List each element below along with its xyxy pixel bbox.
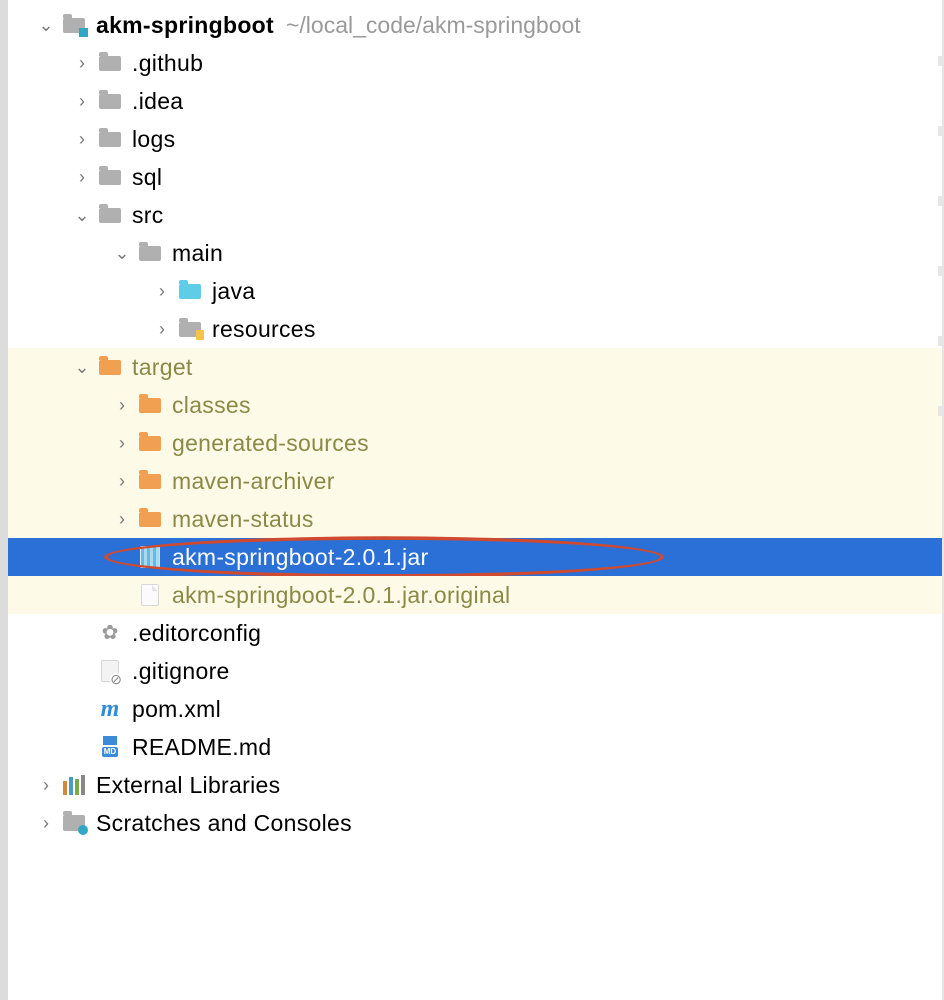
chevron-down-icon[interactable]: ⌄ (36, 6, 56, 44)
folder-gray-icon (98, 165, 122, 189)
folder-gray-icon (98, 89, 122, 113)
chevron-down-icon[interactable]: ⌄ (112, 234, 132, 272)
scratch-folder-icon (62, 811, 86, 835)
chevron-down-icon[interactable]: ⌄ (72, 348, 92, 386)
tree-item[interactable]: ›MDREADME.md (8, 728, 942, 766)
tree-item-label: resources (212, 310, 316, 348)
jar-icon (138, 545, 162, 569)
chevron-right-icon[interactable]: › (36, 804, 56, 842)
chevron-right-icon[interactable]: › (112, 462, 132, 500)
scratches-label: Scratches and Consoles (96, 804, 352, 842)
chevron-right-icon[interactable]: › (72, 82, 92, 120)
tree-item-label: .gitignore (132, 652, 230, 690)
chevron-right-icon[interactable]: › (72, 120, 92, 158)
folder-orange-icon (98, 355, 122, 379)
tree-item[interactable]: › classes (8, 386, 942, 424)
chevron-right-icon[interactable]: › (112, 500, 132, 538)
folder-gray-icon (98, 127, 122, 151)
folder-gray-icon (138, 241, 162, 265)
project-tree[interactable]: ⌄ akm-springboot ~/local_code/akm-spring… (0, 0, 944, 1000)
folder-orange-icon (138, 393, 162, 417)
chevron-right-icon[interactable]: › (152, 272, 172, 310)
tree-item[interactable]: › resources (8, 310, 942, 348)
tree-item[interactable]: › sql (8, 158, 942, 196)
chevron-right-icon[interactable]: › (36, 766, 56, 804)
fold-marks (938, 56, 942, 656)
tree-item[interactable]: ›akm-springboot-2.0.1.jar (8, 538, 942, 576)
tree-item-label: generated-sources (172, 424, 369, 462)
tree-root[interactable]: ⌄ akm-springboot ~/local_code/akm-spring… (8, 6, 942, 44)
tree-item-label: target (132, 348, 193, 386)
scratches-and-consoles[interactable]: › Scratches and Consoles (8, 804, 942, 842)
folder-orange-icon (138, 469, 162, 493)
chevron-down-icon[interactable]: ⌄ (72, 196, 92, 234)
folder-gray-icon (98, 203, 122, 227)
tree-item[interactable]: ›✿.editorconfig (8, 614, 942, 652)
tree-item-label: main (172, 234, 223, 272)
tree-item-label: akm-springboot-2.0.1.jar (172, 538, 428, 576)
tree-item-label: src (132, 196, 164, 234)
tree-item-label: .editorconfig (132, 614, 261, 652)
md-icon: MD (98, 735, 122, 759)
tree-item-label: pom.xml (132, 690, 221, 728)
tree-item[interactable]: › .github (8, 44, 942, 82)
tree-item-label: .github (132, 44, 203, 82)
tree-item[interactable]: › logs (8, 120, 942, 158)
gitignore-icon (98, 659, 122, 683)
tree-item[interactable]: ›mpom.xml (8, 690, 942, 728)
folder-orange-icon (138, 507, 162, 531)
folder-gray-icon (98, 51, 122, 75)
folder-resources-icon (178, 317, 202, 341)
tree-item-label: .idea (132, 82, 183, 120)
tree-item-label: README.md (132, 728, 271, 766)
root-name: akm-springboot (96, 6, 274, 44)
chevron-right-icon[interactable]: › (112, 386, 132, 424)
chevron-right-icon[interactable]: › (152, 310, 172, 348)
chevron-right-icon[interactable]: › (72, 44, 92, 82)
tree-item-label: sql (132, 158, 162, 196)
tree-item[interactable]: › java (8, 272, 942, 310)
file-plain-icon (138, 583, 162, 607)
tree-item[interactable]: › maven-status (8, 500, 942, 538)
tree-item[interactable]: ›.gitignore (8, 652, 942, 690)
root-path: ~/local_code/akm-springboot (286, 6, 581, 44)
chevron-right-icon[interactable]: › (72, 158, 92, 196)
folder-cyan-icon (178, 279, 202, 303)
tree-item[interactable]: › maven-archiver (8, 462, 942, 500)
tree-item[interactable]: › .idea (8, 82, 942, 120)
tree-item-label: akm-springboot-2.0.1.jar.original (172, 576, 510, 614)
folder-orange-icon (138, 431, 162, 455)
external-libraries[interactable]: › External Libraries (8, 766, 942, 804)
tree-item[interactable]: ›akm-springboot-2.0.1.jar.original (8, 576, 942, 614)
tree-item[interactable]: ⌄ target (8, 348, 942, 386)
tree-item-label: maven-archiver (172, 462, 335, 500)
tree-item-label: classes (172, 386, 251, 424)
maven-icon: m (98, 697, 122, 721)
tree-item-label: maven-status (172, 500, 314, 538)
module-folder-icon (62, 13, 86, 37)
tree-item[interactable]: ⌄ src (8, 196, 942, 234)
library-icon (62, 773, 86, 797)
tree-item[interactable]: ⌄ main (8, 234, 942, 272)
tree-item-label: logs (132, 120, 175, 158)
tree-item[interactable]: › generated-sources (8, 424, 942, 462)
tree-item-label: java (212, 272, 255, 310)
external-libraries-label: External Libraries (96, 766, 280, 804)
gear-icon: ✿ (98, 621, 122, 645)
chevron-right-icon[interactable]: › (112, 424, 132, 462)
